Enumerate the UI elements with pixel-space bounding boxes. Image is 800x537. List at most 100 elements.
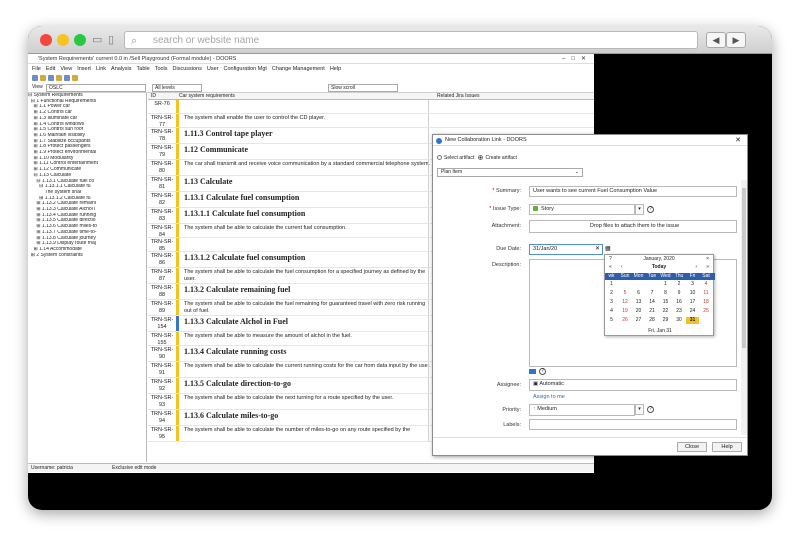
address-bar[interactable]: ⌕ search or website name: [124, 31, 698, 49]
calendar-day[interactable]: 6: [632, 290, 645, 297]
calendar-day[interactable]: 24: [686, 308, 699, 315]
calendar-day[interactable]: 18: [700, 299, 713, 306]
labels-input[interactable]: [529, 419, 737, 430]
menu-item[interactable]: Help: [330, 66, 341, 72]
column-requirements[interactable]: Car system requirements: [179, 93, 235, 100]
calendar-day[interactable]: 17: [686, 299, 699, 306]
window-controls[interactable]: –□✕: [562, 54, 592, 64]
calendar-day[interactable]: 1: [659, 281, 672, 288]
help-icon[interactable]: ?: [647, 206, 654, 213]
calendar-day[interactable]: 21: [646, 308, 659, 315]
menu-item[interactable]: Link: [96, 66, 106, 72]
plan-item-select[interactable]: Plan Item ⌄: [437, 168, 583, 177]
tree-item[interactable]: ⊞ 2 System constraints: [28, 253, 146, 259]
dialog-scrollbar[interactable]: [741, 180, 747, 435]
calendar-day[interactable]: 27: [632, 317, 645, 324]
back-button[interactable]: ◀: [706, 32, 726, 48]
calendar-day[interactable]: 13: [632, 299, 645, 306]
status-user: Username: patricia: [31, 465, 73, 471]
close-window-button[interactable]: [40, 34, 52, 46]
calendar-day[interactable]: 22: [659, 308, 672, 315]
summary-input[interactable]: User wants to see current Fuel Consumpti…: [529, 186, 737, 197]
copy-icon[interactable]: [72, 75, 78, 81]
calendar-day[interactable]: 23: [673, 308, 686, 315]
calendar-day[interactable]: 2: [673, 281, 686, 288]
scroll-thumb[interactable]: [742, 188, 746, 348]
view-select[interactable]: OSLC: [46, 84, 146, 92]
priority-help-icon[interactable]: ?: [647, 406, 654, 413]
calendar-day[interactable]: 11: [700, 290, 713, 297]
due-date-input[interactable]: 31/Jan/20: [529, 244, 603, 255]
calendar-day[interactable]: 20: [632, 308, 645, 315]
priority-select[interactable]: ↑ Medium: [529, 404, 635, 416]
next-year-button[interactable]: »: [706, 263, 709, 271]
menu-item[interactable]: Discussions: [173, 66, 202, 72]
calendar-day[interactable]: 28: [646, 317, 659, 324]
maximize-window-button[interactable]: [74, 34, 86, 46]
reader-icon[interactable]: ▯: [108, 33, 114, 47]
cut-icon[interactable]: [64, 75, 70, 81]
save-icon[interactable]: [48, 75, 54, 81]
new-icon[interactable]: [32, 75, 38, 81]
menu-item[interactable]: Table: [137, 66, 150, 72]
menu-item[interactable]: User: [207, 66, 219, 72]
dialog-close-icon[interactable]: ✕: [735, 135, 741, 146]
calendar-day[interactable]: 15: [659, 299, 672, 306]
row-marker: [176, 300, 179, 315]
open-icon[interactable]: [40, 75, 46, 81]
calendar-day[interactable]: 31: [686, 317, 699, 324]
create-artifact-radio[interactable]: [478, 155, 484, 160]
row-marker: [176, 252, 179, 267]
calendar-day[interactable]: 30: [673, 317, 686, 324]
scroll-select[interactable]: Slow scroll: [328, 84, 398, 92]
column-jira[interactable]: Related Jira Issues: [437, 93, 480, 100]
calendar-day[interactable]: 5: [619, 290, 632, 297]
calendar-close[interactable]: ×: [706, 255, 709, 263]
levels-select[interactable]: All levels: [152, 84, 202, 92]
print-icon[interactable]: [56, 75, 62, 81]
close-button[interactable]: Close: [677, 442, 707, 452]
calendar-day[interactable]: 12: [619, 299, 632, 306]
issue-type-select[interactable]: Story: [529, 204, 635, 215]
editor-icon[interactable]: [529, 369, 536, 374]
calendar-day[interactable]: 14: [646, 299, 659, 306]
minimize-window-button[interactable]: [57, 34, 69, 46]
calendar-day[interactable]: 25: [700, 308, 713, 315]
column-id[interactable]: ID: [151, 93, 156, 100]
calendar-day[interactable]: 19: [619, 308, 632, 315]
menu-item[interactable]: Tools: [155, 66, 168, 72]
clear-date-icon[interactable]: ✕: [595, 245, 600, 252]
menu-item[interactable]: Configuration Mgt: [224, 66, 267, 72]
calendar-day[interactable]: 7: [646, 290, 659, 297]
calendar-day[interactable]: 26: [619, 317, 632, 324]
menu-item[interactable]: Analysis: [111, 66, 131, 72]
priority-dropdown[interactable]: ▾: [635, 404, 644, 415]
assign-to-me-link[interactable]: Assign to me: [533, 394, 565, 400]
calendar-icon[interactable]: ▦: [605, 245, 611, 252]
help-button[interactable]: Help: [712, 442, 742, 452]
assignee-select[interactable]: ▣ Automatic: [529, 379, 737, 391]
calendar-day[interactable]: 4: [700, 281, 713, 288]
forward-button[interactable]: ▶: [726, 32, 746, 48]
calendar-day[interactable]: 8: [659, 290, 672, 297]
calendar-day[interactable]: 3: [686, 281, 699, 288]
row-marker: [176, 224, 179, 237]
calendar-weekday: Sat: [702, 273, 710, 279]
description-help-icon[interactable]: ?: [539, 368, 546, 375]
menu-item[interactable]: Change Management: [272, 66, 325, 72]
calendar-day[interactable]: 16: [673, 299, 686, 306]
next-month-button[interactable]: ›: [695, 263, 697, 271]
table-row[interactable]: SR-76: [148, 100, 594, 114]
sidebar-icon[interactable]: ▭: [92, 33, 102, 47]
select-artifact-radio[interactable]: [437, 155, 442, 160]
calendar-day[interactable]: 29: [659, 317, 672, 324]
menu-item[interactable]: File: [32, 66, 41, 72]
menu-item[interactable]: Insert: [77, 66, 91, 72]
table-row[interactable]: TRN-SR-77 The system shall enable the use…: [148, 114, 594, 128]
menu-item[interactable]: Edit: [46, 66, 55, 72]
attachment-dropzone[interactable]: Drop files to attach them to the issue: [529, 220, 737, 233]
issue-type-dropdown[interactable]: ▾: [635, 204, 644, 215]
calendar-day[interactable]: 10: [686, 290, 699, 297]
menu-item[interactable]: View: [60, 66, 72, 72]
calendar-day[interactable]: 9: [673, 290, 686, 297]
